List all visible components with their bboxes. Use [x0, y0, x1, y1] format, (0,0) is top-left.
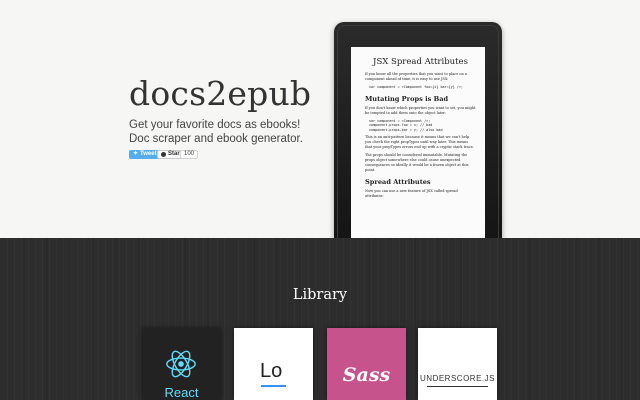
lodash-underline	[261, 385, 286, 387]
github-icon	[161, 152, 166, 157]
library-section: Library React Lo Sass UNDERSCORE.JS	[0, 238, 640, 400]
book-underscore-label: UNDERSCORE.JS	[420, 374, 495, 383]
kindle-device-image: JSX Spread Attributes If you know all th…	[334, 22, 502, 250]
screen-heading: JSX Spread Attributes	[373, 57, 468, 67]
book-sass-label: Sass	[342, 364, 391, 386]
book-lodash[interactable]: Lo	[234, 328, 313, 400]
screen-code-1: var component = <Component foo={x} bar={…	[369, 85, 463, 89]
tweet-button-label: Tweet	[140, 151, 157, 157]
screen-intro: If you know all the properties that you …	[365, 72, 467, 81]
tagline: Get your favorite docs as ebooks! Doc sc…	[129, 118, 329, 146]
screen-para-2: This is an anti-pattern because it means…	[365, 135, 474, 150]
screen-section-2-heading: Spread Attributes	[365, 178, 431, 187]
library-heading: Library	[292, 287, 348, 303]
screen-para-4: Now you can use a new feature of JSX cal…	[365, 189, 458, 199]
screen-para-3: The props should be considered immutable…	[365, 153, 469, 173]
underscore-rule	[427, 386, 488, 387]
star-button-label: Star	[168, 151, 180, 157]
star-count-badge[interactable]: 100	[180, 150, 199, 159]
site-title: docs2epub	[129, 74, 312, 113]
twitter-bird-icon: ✦	[133, 151, 139, 157]
tagline-line-1: Get your favorite docs as ebooks!	[129, 119, 301, 131]
book-react-label: React	[164, 385, 199, 400]
tagline-line-2: Doc scraper and ebook generator.	[129, 133, 303, 145]
tweet-button[interactable]: ✦ Tweet	[129, 150, 161, 159]
kindle-screen: JSX Spread Attributes If you know all th…	[351, 47, 485, 250]
book-sass[interactable]: Sass	[327, 328, 406, 400]
screen-para-1: If you don't know which properties you w…	[365, 105, 476, 115]
screen-section-1-heading: Mutating Props is Bad	[365, 94, 449, 103]
book-underscore[interactable]: UNDERSCORE.JS	[418, 328, 497, 400]
react-logo-icon	[166, 350, 196, 378]
book-lodash-label: Lo	[260, 360, 283, 382]
screen-code-2: var component = <Component />; component…	[369, 118, 443, 132]
book-react[interactable]: React	[142, 328, 221, 400]
hero-section: docs2epub Get your favorite docs as eboo…	[0, 0, 640, 250]
